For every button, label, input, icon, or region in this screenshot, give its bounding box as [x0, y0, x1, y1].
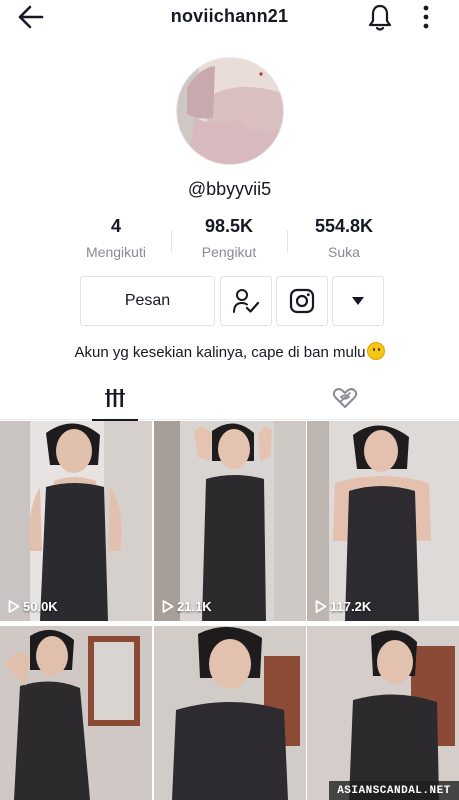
- bell-icon[interactable]: [366, 2, 394, 32]
- bio-text: Akun yg kesekian kalinya, cape di ban mu…: [74, 344, 366, 361]
- profile-actions: Pesan: [0, 276, 459, 328]
- grid-columns-icon: [104, 389, 125, 407]
- profile-stats: 4 Mengikuti 98.5K Pengikut 554.8K Suka: [0, 216, 459, 264]
- profile-bio: Akun yg kesekian kalinya, cape di ban mu…: [0, 342, 459, 361]
- view-count-value: 50.0K: [23, 599, 58, 614]
- stat-following-label: Mengikuti: [86, 244, 146, 260]
- stat-likes-label: Suka: [328, 244, 360, 260]
- stat-following[interactable]: 4 Mengikuti: [56, 216, 176, 260]
- play-icon: [8, 600, 20, 613]
- play-icon: [162, 600, 174, 613]
- instagram-icon: [289, 288, 315, 314]
- instagram-button[interactable]: [276, 276, 328, 326]
- view-count: 50.0K: [8, 599, 58, 614]
- tab-videos[interactable]: [0, 376, 229, 421]
- video-thumbnail[interactable]: [0, 626, 152, 800]
- stat-followers-value: 98.5K: [204, 216, 254, 236]
- following-check-icon: [233, 289, 260, 313]
- top-bar: noviichann21: [0, 0, 459, 36]
- play-icon: [315, 600, 327, 613]
- stat-followers-label: Pengikut: [201, 244, 257, 260]
- smiling-face-icon: [366, 342, 385, 360]
- view-count: 21.1K: [162, 599, 212, 614]
- profile-handle: @bbyyvii5: [187, 179, 272, 199]
- hidden-heart-icon: [332, 388, 357, 408]
- more-options-icon[interactable]: [416, 4, 436, 30]
- video-thumbnail[interactable]: [307, 626, 459, 800]
- view-count: 117.2K: [315, 599, 371, 614]
- dropdown-arrow-icon: [352, 297, 364, 305]
- view-count-value: 117.2K: [330, 599, 372, 614]
- stat-likes[interactable]: 554.8K Suka: [284, 216, 404, 260]
- video-thumbnail[interactable]: [154, 626, 306, 800]
- stat-following-value: 4: [110, 216, 121, 236]
- profile-tabs: [0, 376, 459, 421]
- video-grid: 50.0K 21.1K 117.2K: [0, 421, 459, 800]
- video-thumbnail[interactable]: 117.2K: [307, 421, 459, 621]
- message-button[interactable]: Pesan: [80, 276, 215, 326]
- avatar[interactable]: [176, 57, 284, 165]
- stat-likes-value: 554.8K: [314, 216, 374, 236]
- video-thumbnail[interactable]: 50.0K: [0, 421, 152, 621]
- video-thumbnail[interactable]: 21.1K: [154, 421, 306, 621]
- following-button[interactable]: [220, 276, 272, 326]
- watermark: ASIANSCANDAL.NET: [329, 781, 459, 800]
- dropdown-button[interactable]: [332, 276, 384, 326]
- tab-liked[interactable]: [230, 376, 459, 420]
- stat-followers[interactable]: 98.5K Pengikut: [169, 216, 289, 260]
- view-count-value: 21.1K: [177, 599, 212, 614]
